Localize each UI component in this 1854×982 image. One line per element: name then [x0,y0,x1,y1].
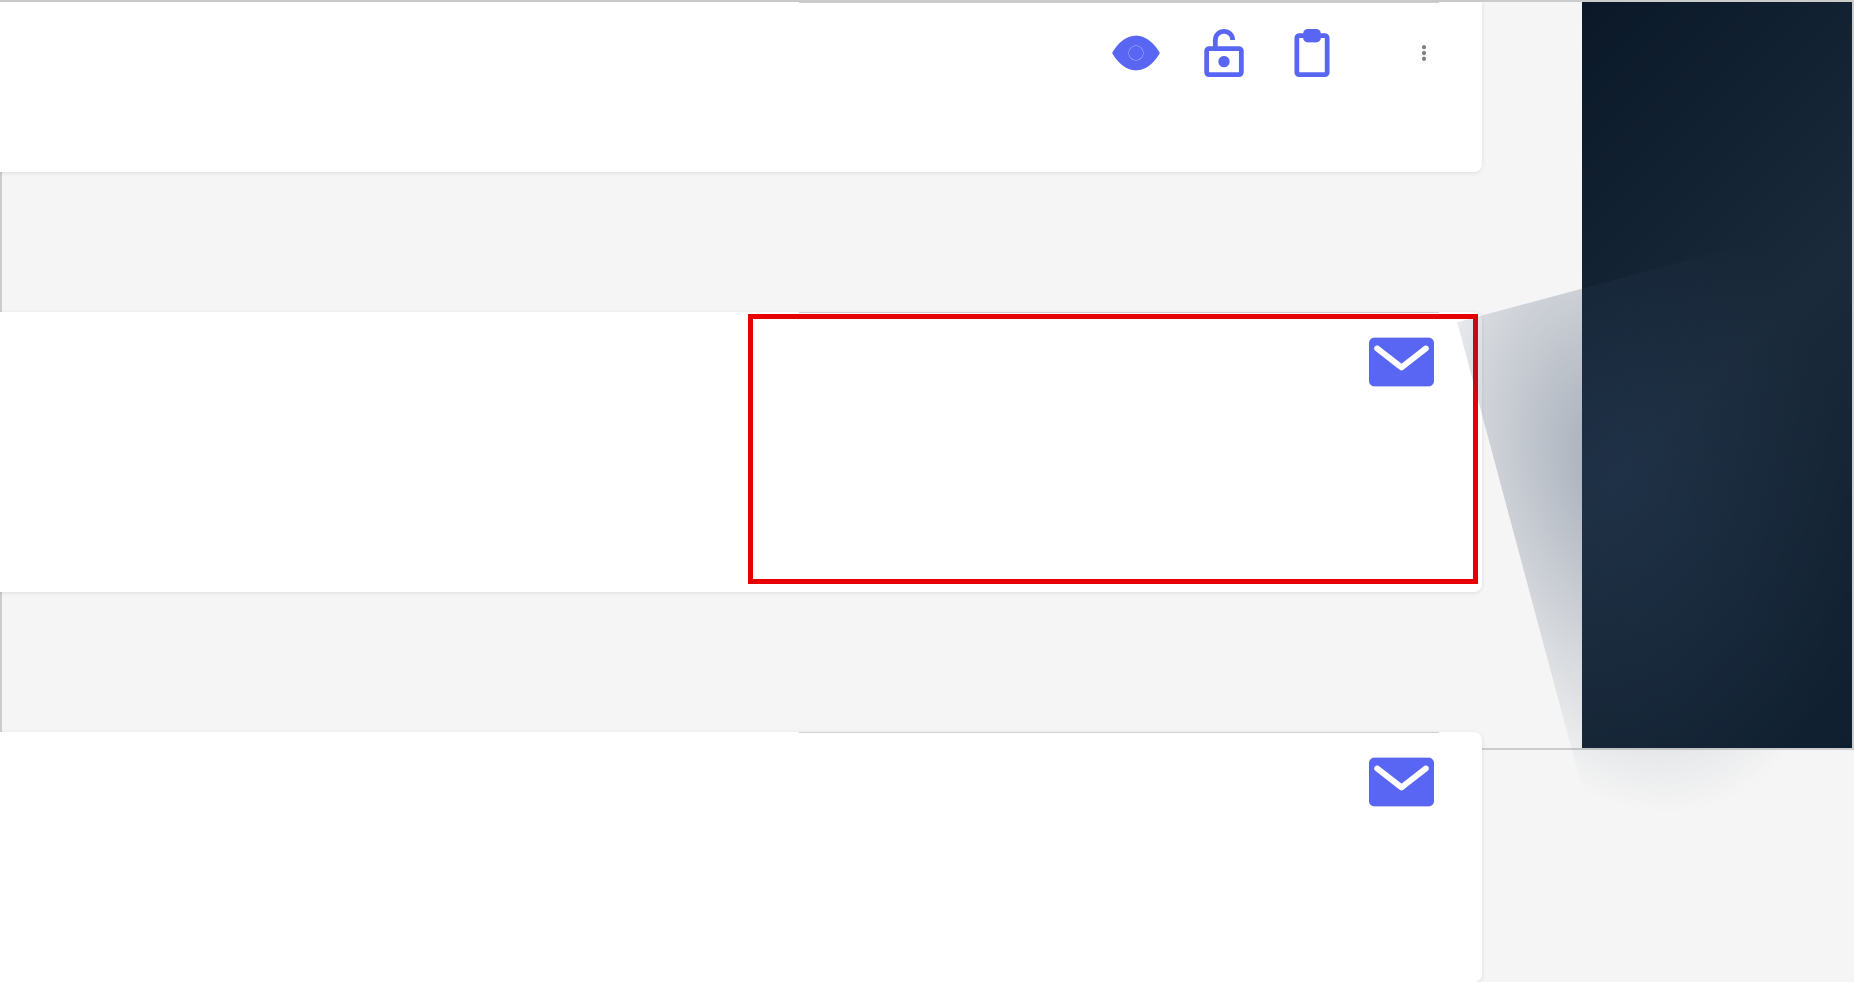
item-card-highlighted [0,312,1482,592]
card-actions-row [0,733,1482,831]
item-card [0,732,1482,982]
unlock-icon[interactable] [1198,27,1250,79]
desktop-background [1582,2,1852,748]
item-card [0,2,1482,172]
clipboard-icon[interactable] [1286,27,1338,79]
card-actions-row [0,3,1482,103]
card-actions-row [0,313,1482,411]
mail-icon[interactable] [1369,757,1434,807]
action-icon-group [1110,27,1338,79]
eye-icon[interactable] [1110,27,1162,79]
main-content-area [2,2,1582,748]
mail-icon[interactable] [1369,337,1434,387]
more-vertical-icon[interactable] [1414,27,1434,79]
